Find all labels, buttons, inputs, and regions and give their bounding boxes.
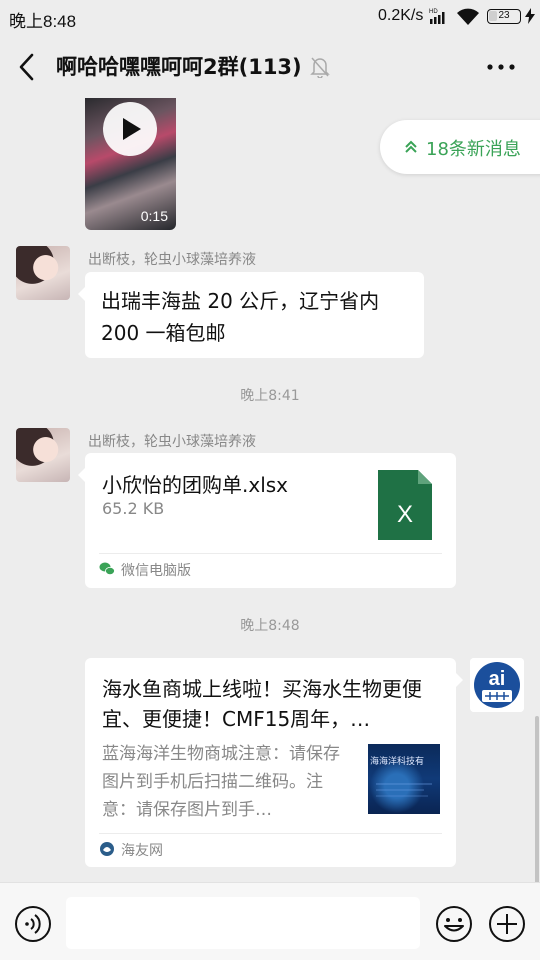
file-message-card[interactable]: 小欣怡的团购单.xlsx 65.2 KB X 微信电脑版 <box>78 453 456 588</box>
sender-name: 出断枝，轮虫小球藻培养液 <box>88 434 256 450</box>
wifi-icon <box>457 8 479 25</box>
status-bar: 晚上8:48 0.2K/s HD 23 <box>0 0 540 34</box>
link-source: 海友网 <box>121 843 163 859</box>
card-divider <box>99 833 442 834</box>
time-divider: 晚上8:48 <box>240 618 300 634</box>
link-message-card[interactable]: 海水鱼商城上线啦！买海水生物更便宜、更便捷！CMF15周年，… 蓝海海洋生物商城… <box>85 658 463 867</box>
play-icon <box>123 118 141 140</box>
signal-hd-icon: HD <box>429 9 445 24</box>
video-duration: 0:15 <box>140 208 168 224</box>
file-source: 微信电脑版 <box>121 563 191 579</box>
charging-icon <box>525 8 535 24</box>
input-bar <box>0 882 540 960</box>
excel-file-icon: X <box>378 470 432 540</box>
back-arrow-icon[interactable] <box>16 52 38 82</box>
sender-name: 出断枝，轮虫小球藻培养液 <box>88 252 256 268</box>
video-message[interactable]: 0:15 <box>85 98 176 230</box>
status-time: 晚上8:48 <box>9 12 77 31</box>
text-message-bubble[interactable]: 出瑞丰海盐 20 公斤，辽宁省内 200 一箱包邮 <box>78 272 424 358</box>
voice-input-icon[interactable] <box>14 905 52 943</box>
my-avatar[interactable]: ai <box>470 658 524 712</box>
scrollbar[interactable] <box>535 716 539 884</box>
battery-icon: 23 <box>487 9 521 24</box>
emoji-icon[interactable] <box>435 905 473 943</box>
chat-title: 啊哈哈嘿嘿呵呵2群(113) <box>56 55 302 79</box>
new-messages-button[interactable]: 18条新消息 <box>380 120 540 174</box>
ai-logo-icon: ai <box>470 658 524 712</box>
message-list[interactable]: 0:15 18条新消息 出断枝，轮虫小球藻培养液 出瑞丰海盐 20 公斤，辽宁省… <box>0 98 540 882</box>
add-more-icon[interactable] <box>488 905 526 943</box>
haiyou-logo-icon <box>100 842 114 856</box>
sender-avatar[interactable] <box>16 246 70 300</box>
time-divider: 晚上8:41 <box>240 388 300 404</box>
more-options-icon[interactable] <box>486 62 516 72</box>
wechat-icon <box>99 562 115 575</box>
svg-text:ai: ai <box>489 668 506 690</box>
thumbnail-graphic <box>376 783 432 797</box>
mute-bell-icon <box>310 57 330 78</box>
link-description: 蓝海海洋生物商城注意：请保存图片到手机后扫描二维码。注意：请保存图片到手… <box>102 744 340 820</box>
double-chevron-up-icon <box>405 140 417 153</box>
card-divider <box>99 553 442 554</box>
message-text: 出瑞丰海盐 20 公斤，辽宁省内 200 一箱包邮 <box>101 289 380 345</box>
sender-avatar[interactable] <box>16 428 70 482</box>
new-messages-label: 18条新消息 <box>426 139 521 160</box>
link-thumbnail: 海海洋科技有 <box>368 744 440 814</box>
message-input[interactable] <box>66 897 420 949</box>
network-speed: 0.2K/s <box>378 7 424 24</box>
file-name: 小欣怡的团购单.xlsx <box>102 473 289 497</box>
excel-icon-letter: X <box>397 501 413 528</box>
svg-text:HD: HD <box>429 9 438 15</box>
chat-header: 啊哈哈嘿嘿呵呵2群(113) <box>0 34 540 98</box>
file-size: 65.2 KB <box>102 499 165 518</box>
link-title: 海水鱼商城上线啦！买海水生物更便宜、更便捷！CMF15周年，… <box>102 677 422 731</box>
battery-level: 23 <box>498 10 510 21</box>
play-button[interactable] <box>103 102 157 156</box>
